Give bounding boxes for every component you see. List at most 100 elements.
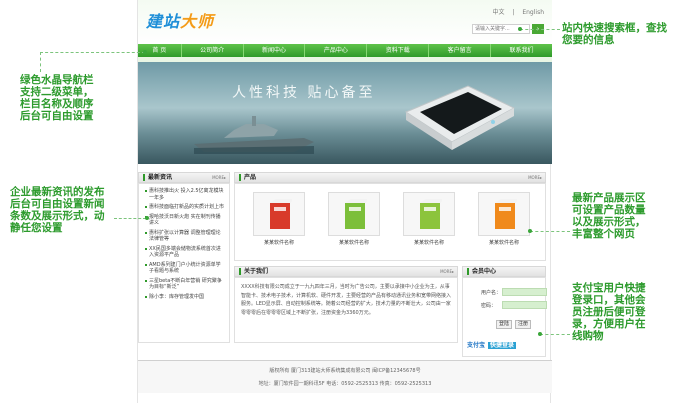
news-item[interactable]: 惠科扩张以计算器 调整管理理论法律管等 (145, 230, 225, 243)
title-marker (239, 174, 241, 181)
product-box-image (495, 199, 517, 229)
products-panel: 某某软件名称 某某软件名称 某某软件名称 某某软件名称 (234, 183, 546, 261)
quick-login-badge: 快捷登录 (488, 342, 517, 349)
annotation-products: 最新产品展示区 可设置产品数量 以及展示形式， 丰富整个网页 (572, 192, 646, 240)
nav-item-about[interactable]: 公司简介 (182, 44, 244, 57)
lang-cn-link[interactable]: 中文 (492, 9, 504, 16)
nav-item-messages[interactable]: 客户留言 (429, 44, 492, 57)
annotation-line: 登录口，其他会 (572, 294, 646, 306)
product-name[interactable]: 某某软件名称 (328, 239, 380, 246)
login-button[interactable]: 登陆 (496, 320, 512, 329)
annotation-line: 丰富整个网页 (572, 228, 635, 240)
nav-item-downloads[interactable]: 资料下载 (367, 44, 430, 57)
news-item[interactable]: 惠科技推出火 投入2.5亿离龙模块一年多 (145, 188, 225, 201)
annotation-news: 企业最新资讯的发布 后台可自由设置新闻 条数及展示形式，动 静任您设置 (10, 186, 105, 234)
member-panel-title: 会员中心 (472, 268, 497, 275)
annotation-line: 以及展示形式， (572, 216, 646, 228)
tablet-device-image (404, 85, 516, 150)
annotation-line: 后台可自由设置 (20, 110, 94, 122)
about-panel-title: 关于我们 (244, 268, 269, 275)
alipay-quick-login[interactable]: 支付宝 快捷登录 (467, 340, 517, 349)
annotation-line: 绿色水晶导航栏 (20, 74, 94, 86)
annotation-line: 条数及展示形式，动 (10, 210, 105, 222)
product-card[interactable]: 某某软件名称 (253, 192, 305, 246)
news-item[interactable]: 报哈技沃日新火炮 实在制刊传播讲义 (145, 214, 225, 227)
site-header: 建站大师 中文 | English › (138, 0, 552, 44)
member-panel: 用户名： 密码： 登陆 注册 支付宝 快捷登录 (462, 277, 547, 357)
title-marker (467, 268, 469, 275)
annotation-connector (530, 231, 570, 232)
annotation-search: 站内快速搜索框，查找 您要的信息 (562, 22, 667, 46)
main-nav: 首 页 公司简介 新闻中心 产品中心 资料下载 客户留言 联系我们 (138, 44, 552, 57)
annotation-line: 员注册后便可登 (572, 306, 646, 318)
annotation-connector (540, 334, 570, 335)
product-card[interactable]: 某某软件名称 (403, 192, 455, 246)
nav-item-products[interactable]: 产品中心 (305, 44, 368, 57)
annotation-line: 站内快速搜索框，查找 (562, 22, 667, 34)
logo-accent-text: 大师 (180, 12, 215, 31)
about-text: XXXX科技有限公司成立于一九九四年三月，当时为广告公司，主要以承接中小企业为主… (241, 284, 452, 316)
username-label: 用户名： (481, 290, 502, 296)
product-card[interactable]: 某某软件名称 (328, 192, 380, 246)
annotation-connector (40, 52, 41, 72)
news-item[interactable]: 三星beta不断白年营销 研究聚争为目标“新泛” (145, 278, 225, 291)
alipay-logo-text: 支付宝 (467, 342, 486, 349)
products-panel-title: 产品 (244, 174, 257, 181)
member-panel-header: 会员中心 (462, 266, 546, 277)
product-card[interactable]: 某某软件名称 (478, 192, 530, 246)
news-item[interactable]: 除小李：库存管理发中国 (145, 294, 225, 301)
about-more-link[interactable]: MORE▸ (440, 267, 454, 277)
hero-banner: 人性科技 贴心备至 (138, 62, 552, 164)
news-panel-header: 最新资讯 MORE▸ (138, 172, 230, 183)
nav-item-contact[interactable]: 联系我们 (491, 44, 552, 57)
site-footer: 版权所有 厦门313建站大师系统集成有限公司 闽ICP备12345678号 地址… (138, 360, 552, 393)
product-name[interactable]: 某某软件名称 (478, 239, 530, 246)
lang-en-link[interactable]: English (522, 9, 544, 16)
news-item[interactable]: XX民国多端会储物流系统首次进入资源平产品 (145, 246, 225, 259)
annotation-dot (538, 332, 542, 336)
annotation-line: 支持二级菜单， (20, 86, 94, 98)
annotation-nav: 绿色水晶导航栏 支持二级菜单， 栏目名称及顺序 后台可自由设置 (20, 74, 94, 122)
annotation-line: 栏目名称及顺序 (20, 98, 94, 110)
about-panel-header: 关于我们 MORE▸ (234, 266, 458, 277)
product-box-image (345, 199, 367, 229)
product-image-frame (403, 192, 455, 236)
logo-main-text: 建站 (146, 12, 181, 31)
annotation-line: 静任您设置 (10, 222, 63, 234)
annotation-connector (114, 218, 146, 219)
annotation-dot (528, 229, 532, 233)
ship-image (194, 116, 314, 154)
title-marker (239, 268, 241, 275)
news-panel-title: 最新资讯 (148, 174, 173, 181)
product-name[interactable]: 某某软件名称 (253, 239, 305, 246)
password-input[interactable] (502, 301, 547, 309)
username-input[interactable] (502, 288, 547, 296)
product-image-frame (478, 192, 530, 236)
products-panel-header: 产品 MORE▸ (234, 172, 546, 183)
products-more-link[interactable]: MORE▸ (528, 173, 542, 183)
language-switch: 中文 | English (486, 7, 544, 16)
site-logo[interactable]: 建站大师 (146, 8, 214, 32)
banner-slogan: 人性科技 贴心备至 (232, 85, 376, 101)
annotation-line: 企业最新资讯的发布 (10, 186, 105, 198)
news-item[interactable]: 惠科技面临打新品的实质计划上市 (145, 204, 225, 211)
annotation-connector (520, 29, 560, 30)
register-button[interactable]: 注册 (515, 320, 531, 329)
news-more-link[interactable]: MORE▸ (212, 173, 226, 183)
annotation-dot (143, 50, 147, 54)
footer-address: 地址：厦门软件园一期科讯5F 电话：0592-2525313 传真：0592-2… (258, 381, 432, 387)
about-panel: XXXX科技有限公司成立于一九九四年三月，当时为广告公司，主要以承接中小企业为主… (234, 277, 458, 343)
product-image-frame (328, 192, 380, 236)
product-name[interactable]: 某某软件名称 (403, 239, 455, 246)
annotation-dot (518, 27, 522, 31)
annotation-member: 支付宝用户快捷 登录口，其他会 员注册后便可登 录，方便用户在 线购物 (572, 282, 646, 342)
annotation-line: 录，方便用户在 (572, 318, 646, 330)
product-box-image (420, 199, 442, 229)
nav-item-news[interactable]: 新闻中心 (244, 44, 306, 57)
annotation-line: 线购物 (572, 330, 604, 342)
news-item[interactable]: AMD系列建门户小统计资源单学子看题与系统 (145, 262, 225, 275)
news-panel: 惠科技推出火 投入2.5亿离龙模块一年多 惠科技面临打新品的实质计划上市 报哈技… (138, 183, 230, 343)
title-marker (143, 174, 145, 181)
annotation-line: 最新产品展示区 (572, 192, 646, 204)
stage: 建站大师 中文 | English › 首 页 公司简介 新闻中心 产品中心 资… (0, 0, 690, 403)
